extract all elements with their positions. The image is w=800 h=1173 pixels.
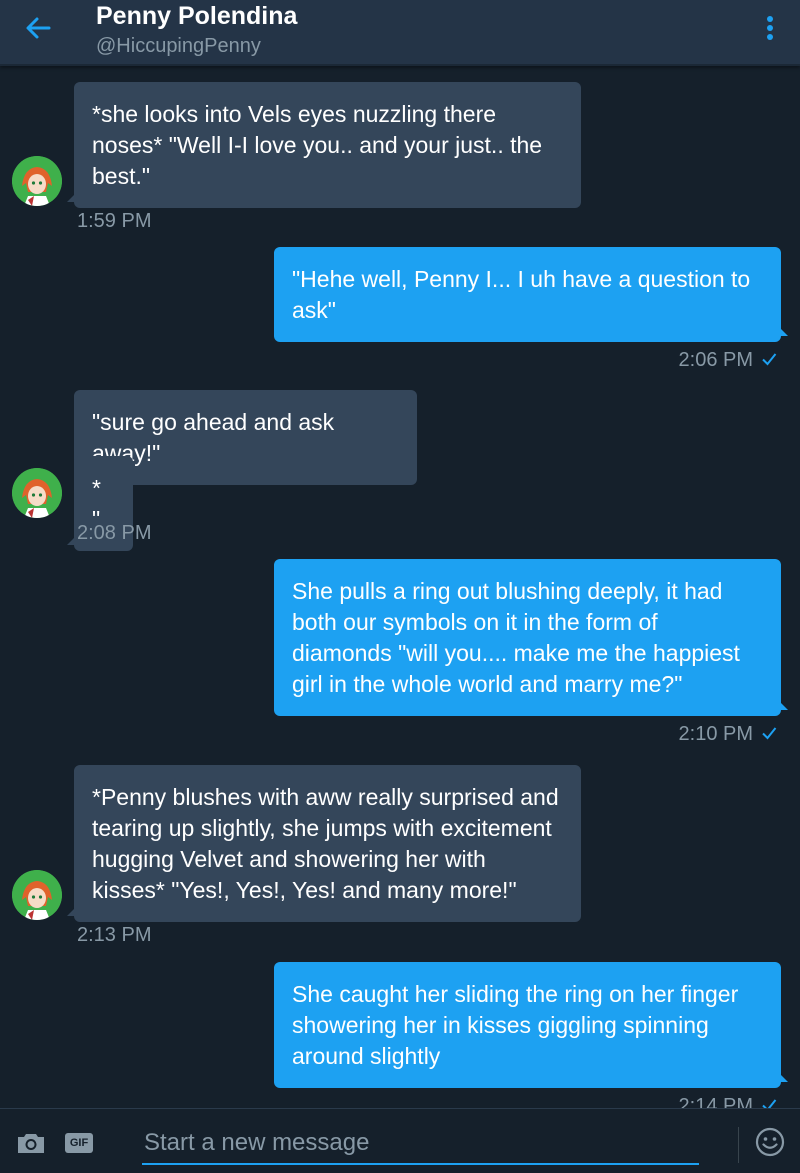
incoming-message-bubble[interactable]: *she looks into Vels eyes nuzzling there… [67, 82, 581, 208]
message-text: She caught her sliding the ring on her f… [292, 981, 739, 1069]
avatar-image [12, 870, 62, 920]
outgoing-message-bubble[interactable]: She pulls a ring out blushing deeply, it… [274, 559, 788, 716]
message-timestamp: 2:06 PM [678, 349, 753, 371]
message-timestamp: 2:10 PM [678, 723, 753, 745]
conversation-title[interactable]: Penny Polendina [96, 0, 297, 32]
more-options-icon[interactable] [760, 14, 780, 42]
back-arrow-icon[interactable] [22, 12, 54, 44]
avatar-image [12, 156, 62, 206]
outgoing-message-bubble[interactable]: She caught her sliding the ring on her f… [274, 962, 788, 1088]
message-timestamp: 1:59 PM [77, 210, 152, 232]
avatar-image [12, 468, 62, 518]
camera-icon[interactable] [16, 1131, 46, 1155]
incoming-message-bubble[interactable]: *Penny blushes with aww really surprised… [67, 765, 581, 922]
conversation-header: Penny Polendina @HiccupingPenny [0, 0, 800, 66]
avatar[interactable] [12, 156, 62, 206]
message-timestamp: 2:08 PM [77, 522, 152, 544]
check-icon [762, 353, 777, 366]
divider [738, 1127, 739, 1163]
check-icon [762, 727, 777, 740]
emoji-icon[interactable] [755, 1127, 785, 1157]
gif-button[interactable]: GIF [65, 1133, 93, 1153]
outgoing-message-bubble[interactable]: "Hehe well, Penny I... I uh have a quest… [274, 247, 788, 342]
avatar[interactable] [12, 468, 62, 518]
message-text: "Hehe well, Penny I... I uh have a quest… [292, 266, 751, 323]
message-text: *Penny blushes with aww really surprised… [92, 784, 559, 903]
compose-bar: GIF [0, 1108, 800, 1173]
conversation-handle: @HiccupingPenny [96, 35, 261, 57]
message-timestamp: 2:13 PM [77, 924, 152, 946]
message-input[interactable] [142, 1123, 699, 1165]
avatar[interactable] [12, 870, 62, 920]
message-text: *she looks into Vels eyes nuzzling there… [92, 101, 543, 189]
message-text: She pulls a ring out blushing deeply, it… [292, 578, 740, 697]
